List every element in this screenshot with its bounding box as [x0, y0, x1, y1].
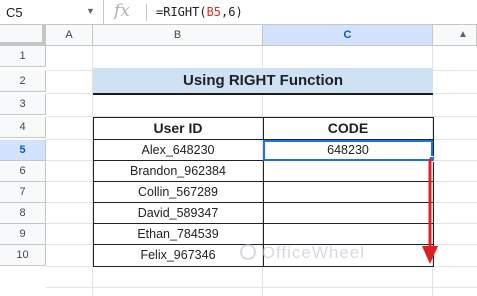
formula-input[interactable]: =RIGHT(B5,6) — [156, 5, 243, 19]
table-cell-user-id[interactable]: Brandon_962384 — [93, 161, 263, 182]
row-header-7[interactable]: 7 — [0, 182, 46, 203]
row-header-1[interactable]: 1 — [0, 46, 46, 67]
row-header-8[interactable]: 8 — [0, 203, 46, 224]
formula-prefix: =RIGHT( — [156, 5, 207, 19]
column-header-a[interactable]: A — [46, 25, 93, 46]
arrow-down-icon — [422, 158, 438, 264]
watermark-logo-icon — [240, 244, 256, 260]
table-cell-code[interactable] — [263, 182, 433, 203]
name-box-value[interactable]: C5 — [6, 5, 23, 20]
chevron-down-icon[interactable]: ▼ — [86, 6, 95, 16]
row-header-10[interactable]: 10 — [0, 245, 46, 266]
select-all-corner[interactable] — [0, 25, 46, 46]
header-cell-user-id[interactable]: User ID — [93, 118, 263, 139]
fx-icon: fx — [114, 1, 130, 21]
gridline — [46, 287, 477, 288]
formula-separator — [146, 4, 147, 21]
sheet-title[interactable]: Using RIGHT Function — [93, 68, 433, 95]
formula-suffix: ,6) — [221, 5, 243, 19]
column-header-c[interactable]: C — [263, 25, 433, 46]
scroll-up-icon[interactable]: ▲ — [458, 29, 468, 40]
table-cell-code[interactable] — [263, 224, 433, 245]
row-header-9[interactable]: 9 — [0, 224, 46, 245]
row-header-4[interactable]: 4 — [0, 117, 46, 138]
table-cell-user-id[interactable]: Felix_967346 — [93, 245, 263, 266]
formula-bar: C5 ▼ fx =RIGHT(B5,6) — [0, 0, 477, 25]
header-cell-code[interactable]: CODE — [263, 118, 433, 139]
formula-cell-reference: B5 — [206, 5, 222, 19]
table-cell-user-id[interactable]: Ethan_784539 — [93, 224, 263, 245]
row-header-5[interactable]: 5 — [0, 140, 46, 161]
active-cell-selection[interactable] — [263, 140, 433, 161]
table-cell-code[interactable] — [263, 161, 433, 182]
table-cell-user-id[interactable]: Alex_648230 — [93, 140, 263, 161]
row-header-3[interactable]: 3 — [0, 94, 46, 115]
row-header-6[interactable]: 6 — [0, 161, 46, 182]
table-cell-user-id[interactable]: David_589347 — [93, 203, 263, 224]
name-box[interactable]: C5 ▼ — [0, 0, 104, 24]
watermark: OfficeWheel — [240, 243, 365, 263]
table-cell-code[interactable] — [263, 203, 433, 224]
column-header-next[interactable] — [433, 25, 477, 46]
column-header-b[interactable]: B — [93, 25, 263, 46]
row-header-2[interactable]: 2 — [0, 71, 46, 92]
watermark-text: OfficeWheel — [261, 243, 366, 262]
table-cell-user-id[interactable]: Collin_567289 — [93, 182, 263, 203]
